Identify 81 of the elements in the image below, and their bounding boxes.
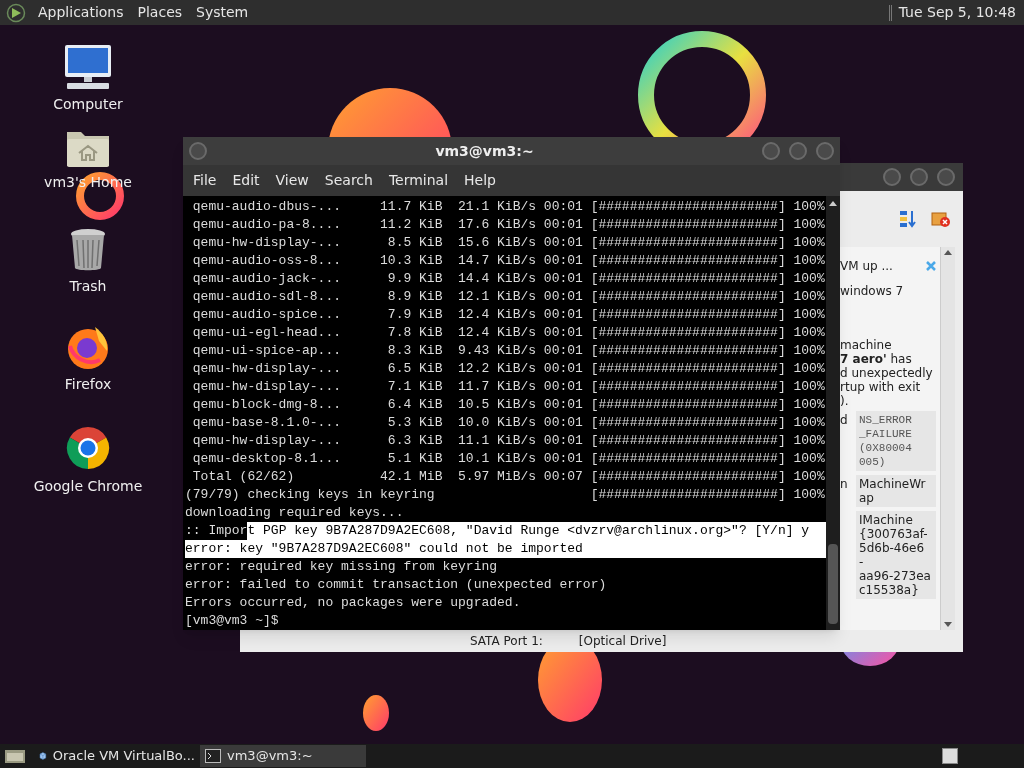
desktop-icon-label[interactable]: Trash: [69, 276, 107, 297]
workspace-icon[interactable]: [942, 748, 958, 764]
terminal-line: qemu-block-dmg-8... 6.4 KiB 10.5 KiB/s 00:01 [#######################] 100%: [191, 396, 825, 414]
terminal-line: qemu-hw-display-... 8.5 KiB 15.6 KiB/s 00:01 [#######################] 100%: [191, 234, 825, 252]
close-all-icon[interactable]: [931, 210, 951, 228]
scroll-thumb[interactable]: [828, 544, 838, 624]
terminal-line: downloading required keys...: [185, 504, 404, 522]
panel-menu[interactable]: Applications: [36, 2, 126, 23]
terminal-line: qemu-ui-spice-ap... 8.3 KiB 9.43 KiB/s 00:01 [#######################] 100%: [191, 342, 825, 360]
notification-title: VM up ...: [840, 259, 893, 273]
terminal-line: qemu-desktop-8.1... 5.1 KiB 10.1 KiB/s 00:01 [#######################] 100%: [191, 450, 825, 468]
menu-item[interactable]: Terminal: [382, 170, 455, 191]
notification-subtitle: windows 7: [840, 284, 905, 298]
taskbar-button[interactable]: vm3@vm3:~: [200, 745, 366, 767]
detail-value: IMachine {300763af- 5d6b-46e6 - aa96-273ea c15538a}: [856, 511, 936, 599]
firefox-icon: [65, 324, 111, 370]
window-menu-button[interactable]: [189, 142, 207, 160]
computer-icon: [63, 44, 113, 90]
terminal-line: qemu-audio-spice... 7.9 KiB 12.4 KiB/s 00:01 [#######################] 100%: [191, 306, 825, 324]
panel-menu[interactable]: System: [194, 2, 251, 23]
desktop-icon-label[interactable]: Computer: [53, 94, 123, 115]
window-control-button[interactable]: [816, 142, 834, 160]
trash-icon: [69, 228, 107, 272]
terminal-line: qemu-audio-sdl-8... 8.9 KiB 12.1 KiB/s 00:01 [#######################] 100%: [191, 288, 825, 306]
terminal-line: Errors occurred, no packages were upgraded.: [185, 594, 521, 612]
terminal-line: qemu-audio-dbus-... 11.7 KiB 21.1 KiB/s 00:01 [#######################] 100%: [191, 198, 825, 216]
notification-text: 7 aero' has: [840, 352, 913, 366]
terminal-line: (79/79) checking keys in keyring [#######################] 100%: [185, 486, 825, 504]
detail-label: d: [840, 413, 848, 427]
terminal-line: qemu-audio-jack-... 9.9 KiB 14.4 KiB/s 00:01 [#######################] 100%: [191, 270, 825, 288]
selected-text: t PGP key 9B7A287D9A2EC608, "David Runge <dvzrv@archlinux.org>"? [Y/n] y: [247, 522, 826, 540]
terminal-line: qemu-audio-oss-8... 10.3 KiB 14.7 KiB/s 00:01 [#######################] 100%: [191, 252, 825, 270]
notification-text: ).: [840, 394, 850, 408]
detail-label: n: [840, 477, 848, 491]
scrollbar[interactable]: [940, 247, 955, 630]
sort-icon[interactable]: [899, 210, 917, 228]
terminal-icon: [205, 749, 221, 763]
show-desktop-icon[interactable]: [4, 748, 26, 764]
terminal-line: [vm3@vm3 ~]$: [185, 612, 279, 630]
terminal-line: error: required key missing from keyring: [185, 558, 498, 576]
taskbar-button[interactable]: Oracle VM VirtualBo...: [34, 745, 200, 767]
window-title: vm3@vm3:~: [434, 141, 535, 161]
storage-value: [Optical Drive]: [578, 633, 667, 650]
menu-item[interactable]: File: [187, 170, 223, 191]
menu-item[interactable]: Edit: [226, 170, 266, 191]
window-control-button[interactable]: [883, 168, 901, 186]
terminal-line: qemu-hw-display-... 6.3 KiB 11.1 KiB/s 00:01 [#######################] 100%: [191, 432, 825, 450]
terminal-line: error: failed to commit transaction (unexpected error): [185, 576, 607, 594]
detail-value: MachineWr ap: [856, 475, 936, 507]
notification-text: machine: [840, 338, 893, 352]
window-control-button[interactable]: [910, 168, 928, 186]
notification-text: d unexpectedly: [840, 366, 934, 380]
menu-item[interactable]: View: [269, 170, 315, 191]
close-icon[interactable]: [926, 261, 936, 271]
scroll-up-icon[interactable]: [944, 250, 952, 255]
panel-menu[interactable]: Places: [135, 2, 185, 23]
selected-text: error: key "9B7A287D9A2EC608" could not be imported: [185, 540, 826, 558]
separator-icon: [888, 4, 892, 21]
menu-item[interactable]: Help: [458, 170, 502, 191]
menu-logo-icon[interactable]: [6, 2, 26, 23]
scroll-up-icon[interactable]: [829, 201, 837, 206]
terminal-line: qemu-ui-egl-head... 7.8 KiB 12.4 KiB/s 00:01 [#######################] 100%: [191, 324, 825, 342]
window-control-button[interactable]: [937, 168, 955, 186]
window-control-button[interactable]: [789, 142, 807, 160]
desktop-icon-label[interactable]: Google Chrome: [33, 476, 143, 497]
menu-item[interactable]: Search: [318, 170, 379, 191]
terminal-line: qemu-audio-pa-8.... 11.2 KiB 17.6 KiB/s 00:01 [#######################] 100%: [191, 216, 825, 234]
notification-text: rtup with exit: [840, 380, 922, 394]
clock[interactable]: Tue Sep 5, 10:48: [898, 2, 1016, 23]
chrome-icon: [64, 424, 112, 472]
terminal-line: qemu-hw-display-... 6.5 KiB 12.2 KiB/s 00:01 [#######################] 100%: [191, 360, 825, 378]
detail-value: NS_ERROR _FAILURE (0X80004 005): [856, 411, 936, 471]
terminal-line: :: Impor: [185, 522, 248, 540]
scroll-down-icon[interactable]: [944, 622, 952, 627]
terminal-line: Total (62/62) 42.1 MiB 5.97 MiB/s 00:07 [#######################] 100%: [191, 468, 825, 486]
terminal-line: qemu-hw-display-... 7.1 KiB 11.7 KiB/s 00:01 [#######################] 100%: [191, 378, 825, 396]
storage-label: SATA Port 1:: [470, 633, 543, 650]
desktop-icon-label[interactable]: Firefox: [64, 374, 112, 395]
scrollbar[interactable]: [826, 196, 840, 630]
terminal-line: qemu-base-8.1.0-... 5.3 KiB 10.0 KiB/s 00:01 [#######################] 100%: [191, 414, 825, 432]
window-control-button[interactable]: [762, 142, 780, 160]
